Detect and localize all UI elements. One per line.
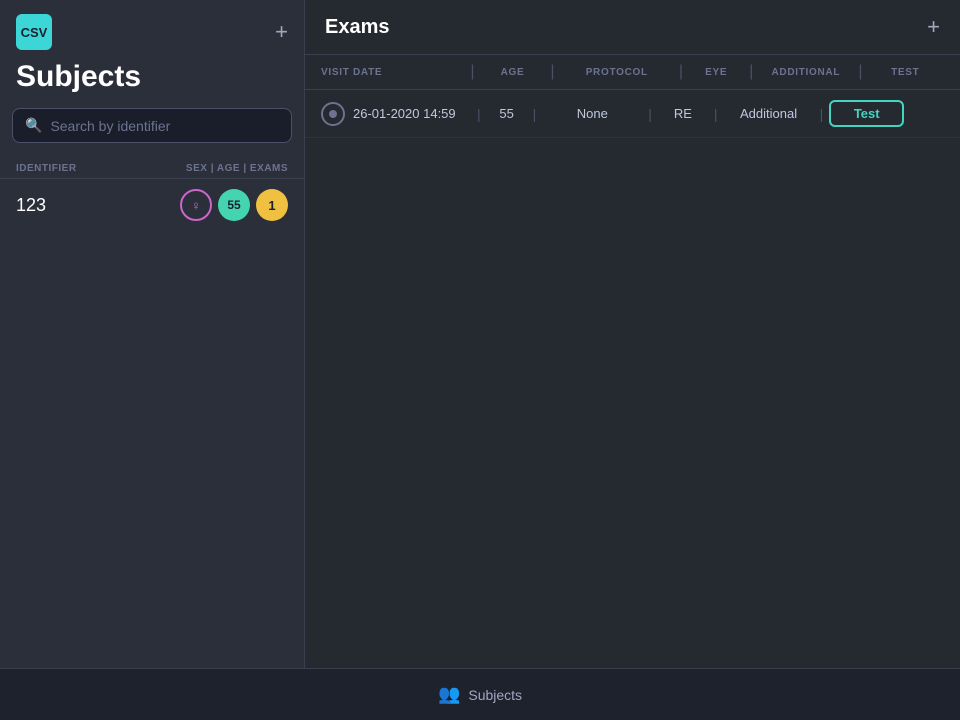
left-panel: CSV + Subjects 🔍 IDENTIFIER SEX | AGE | … [0, 0, 305, 720]
col-additional: ADDITIONAL [757, 67, 854, 78]
sex-badge: ♀ [180, 189, 212, 221]
exams-columns-header: VISIT DATE | AGE | PROTOCOL | EYE | ADDI… [305, 55, 960, 90]
exam-row[interactable]: 26-01-2020 14:59 | 55 | None | RE | Addi… [305, 90, 960, 138]
col-age: AGE [479, 67, 547, 78]
exams-title: Exams [325, 16, 390, 39]
search-input[interactable] [50, 118, 279, 134]
pipe5: | [820, 106, 824, 122]
sep1: | [470, 63, 474, 81]
exam-eye-val: RE [658, 106, 708, 121]
sep3: | [679, 63, 683, 81]
col-identifier-label: IDENTIFIER [16, 163, 186, 174]
subject-badges: ♀ 55 1 [180, 189, 288, 221]
search-icon: 🔍 [25, 117, 42, 134]
sep2: | [550, 63, 554, 81]
pipe1: | [477, 106, 481, 122]
sep4: | [749, 63, 753, 81]
add-subject-button[interactable]: + [275, 21, 288, 43]
right-panel: Exams + VISIT DATE | AGE | PROTOCOL | EY… [305, 0, 960, 720]
search-container: 🔍 [0, 108, 304, 159]
sep5: | [858, 63, 862, 81]
exam-visit-date: 26-01-2020 14:59 [353, 106, 471, 121]
search-box: 🔍 [12, 108, 292, 143]
subject-row[interactable]: 123 ♀ 55 1 [0, 179, 304, 231]
right-header: Exams + [305, 0, 960, 55]
pipe2: | [533, 106, 537, 122]
exam-status-inner [329, 110, 337, 118]
pipe4: | [714, 106, 718, 122]
subject-id: 123 [16, 195, 180, 216]
exams-badge: 1 [256, 189, 288, 221]
col-eye: EYE [687, 67, 745, 78]
exam-test-button[interactable]: Test [829, 100, 904, 127]
col-sex-age-exams-label: SEX | AGE | EXAMS [186, 163, 288, 174]
left-header: CSV + [0, 0, 304, 50]
age-badge: 55 [218, 189, 250, 221]
subjects-nav-label[interactable]: Subjects [468, 687, 522, 703]
col-test: TEST [866, 67, 944, 78]
add-exam-button[interactable]: + [927, 14, 940, 40]
subjects-table-header: IDENTIFIER SEX | AGE | EXAMS [0, 159, 304, 179]
exam-additional-val: Additional [724, 106, 814, 121]
exam-status-icon [321, 102, 345, 126]
subjects-nav-icon: 👥 [438, 684, 460, 705]
exam-age-val: 55 [487, 106, 527, 121]
col-visit-date: VISIT DATE [321, 67, 466, 78]
col-protocol: PROTOCOL [559, 67, 675, 78]
logo-icon: CSV [16, 14, 52, 50]
bottom-nav: 👥 Subjects [0, 668, 960, 720]
pipe3: | [648, 106, 652, 122]
exam-protocol-val: None [542, 106, 642, 121]
subjects-title: Subjects [0, 50, 304, 108]
